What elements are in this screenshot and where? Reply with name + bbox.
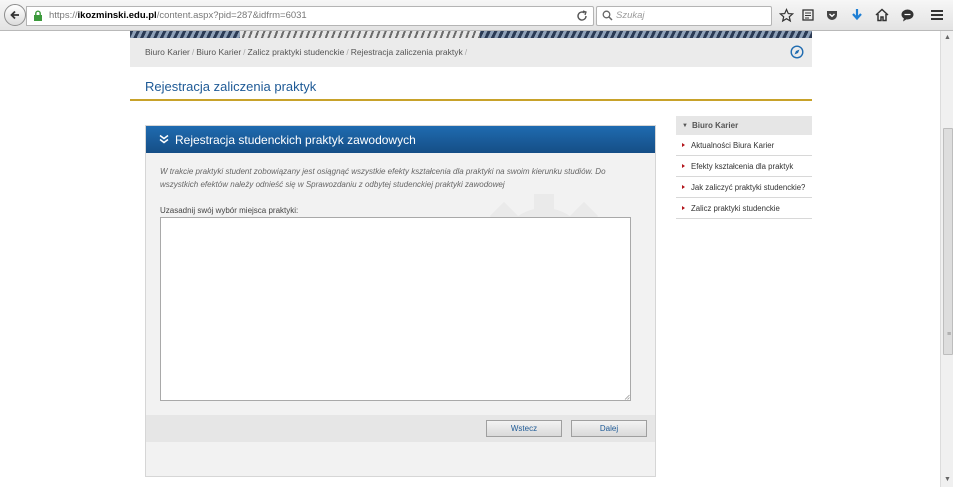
header-banner-stripes	[240, 31, 480, 38]
sidebar-item-label: Efekty kształcenia dla praktyk	[691, 161, 794, 171]
breadcrumb-separator: /	[243, 47, 246, 57]
header-banner-image	[130, 31, 812, 38]
url-scheme: https://	[49, 10, 78, 21]
scroll-down-arrow-icon[interactable]: ▼	[944, 476, 951, 483]
form-panel-header[interactable]: Rejestracja studenckich praktyk zawodowy…	[146, 126, 655, 153]
browser-toolbar: https://ikozminski.edu.pl/content.aspx?p…	[0, 0, 953, 31]
url-bar[interactable]: https://ikozminski.edu.pl/content.aspx?p…	[26, 6, 594, 26]
bookmark-star-icon[interactable]	[778, 7, 794, 23]
url-text: https://ikozminski.edu.pl/content.aspx?p…	[49, 9, 307, 22]
breadcrumb-bar: Biuro Karier / Biuro Karier / Zalicz praktyk…	[130, 38, 812, 67]
triangle-down-icon: ▼	[682, 122, 688, 129]
scroll-up-arrow-icon[interactable]: ▲	[944, 34, 951, 41]
lock-icon	[34, 10, 42, 21]
sidebar-item-label: Jak zaliczyć praktyki studenckie?	[691, 182, 806, 192]
double-chevron-down-icon	[159, 134, 169, 144]
reload-icon[interactable]	[575, 9, 589, 23]
sidebar-heading-label: Biuro Karier	[691, 121, 739, 130]
url-domain: ikozminski.edu.pl	[77, 10, 157, 21]
title-divider	[130, 99, 812, 101]
bullet-arrow-icon	[682, 164, 685, 168]
arrow-left-icon	[10, 10, 19, 20]
page-content: Biuro Karier / Biuro Karier / Zalicz praktyk…	[0, 31, 940, 487]
download-icon[interactable]	[849, 7, 865, 23]
breadcrumb-item-current: Rejestracja zaliczenia praktyk	[350, 47, 463, 57]
bullet-arrow-icon	[682, 206, 685, 210]
next-step-button[interactable]: Dalej	[571, 420, 647, 437]
back-step-button[interactable]: Wstecz	[486, 420, 562, 437]
sidebar-heading[interactable]: ▼ Biuro Karier	[676, 116, 812, 135]
url-path: /content.aspx?pid=287&idfrm=6031	[156, 10, 307, 21]
sidebar-item-label: Zalicz praktyki studenckie	[691, 203, 780, 213]
justification-field-label: Uzasadnij swój wybór miejsca praktyki:	[160, 206, 299, 215]
sidebar-item-efekty[interactable]: Efekty kształcenia dla praktyk	[676, 156, 812, 177]
home-icon[interactable]	[874, 7, 890, 23]
breadcrumb-item[interactable]: Biuro Karier	[145, 47, 190, 57]
scrollbar-grip-icon: ≡	[947, 331, 952, 338]
breadcrumb-item[interactable]: Zalicz praktyki studenckie	[248, 47, 345, 57]
search-bar[interactable]: Szukaj	[596, 6, 772, 26]
form-intro-text: W trakcie praktyki student zobowiązany j…	[160, 167, 606, 189]
breadcrumb-separator: /	[346, 47, 349, 57]
sidebar-item-aktualnosci[interactable]: Aktualności Biura Karier	[676, 135, 812, 156]
form-footer: Wstecz Dalej	[146, 415, 655, 442]
reading-list-icon[interactable]	[800, 7, 816, 23]
breadcrumb-separator: /	[464, 47, 468, 57]
chat-bubble-icon[interactable]	[899, 7, 915, 23]
menu-icon[interactable]	[929, 7, 945, 23]
bullet-arrow-icon	[682, 185, 685, 189]
sidebar-item-jak-zaliczyc[interactable]: Jak zaliczyć praktyki studenckie?	[676, 177, 812, 198]
breadcrumb: Biuro Karier / Biuro Karier / Zalicz praktyk…	[145, 47, 469, 57]
sidebar-item-zalicz[interactable]: Zalicz praktyki studenckie	[676, 198, 812, 219]
search-icon	[602, 10, 613, 21]
sidebar-nav: ▼ Biuro Karier Aktualności Biura Karier …	[676, 116, 812, 219]
breadcrumb-item[interactable]: Biuro Karier	[196, 47, 241, 57]
back-button[interactable]	[4, 4, 26, 26]
resize-grip-icon[interactable]	[624, 394, 630, 400]
pocket-icon[interactable]	[824, 7, 840, 23]
vertical-scrollbar[interactable]: ▲ ≡ ▼	[940, 31, 953, 487]
justification-textarea[interactable]	[160, 217, 631, 401]
page-title: Rejestracja zaliczenia praktyk	[145, 79, 317, 94]
search-placeholder: Szukaj	[616, 10, 645, 21]
form-panel: Rejestracja studenckich praktyk zawodowy…	[145, 125, 656, 477]
breadcrumb-separator: /	[191, 47, 195, 57]
bullet-arrow-icon	[682, 143, 685, 147]
scrollbar-thumb[interactable]: ≡	[943, 128, 953, 355]
compass-icon[interactable]	[790, 45, 804, 59]
form-panel-title: Rejestracja studenckich praktyk zawodowy…	[175, 133, 416, 147]
sidebar-item-label: Aktualności Biura Karier	[691, 140, 775, 150]
